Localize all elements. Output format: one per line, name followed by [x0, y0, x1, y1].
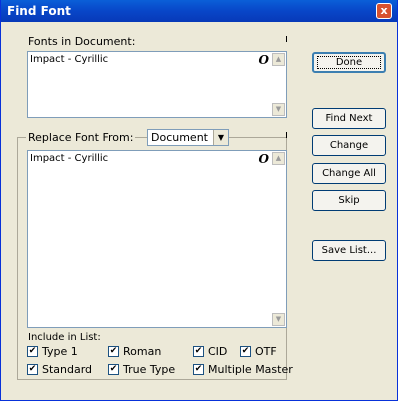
checkbox-box[interactable]: ✔: [193, 346, 204, 357]
window-title: Find Font: [7, 4, 71, 18]
checkbox-box[interactable]: ✔: [27, 346, 38, 357]
replace-source-select[interactable]: Document ▼: [147, 129, 229, 146]
cid-checkbox[interactable]: ✔ CID: [193, 345, 227, 358]
find-font-dialog: Find Font x Fonts in Document: Impact - …: [0, 0, 398, 401]
divider-tick: [286, 36, 287, 42]
include-in-list-label: Include in List:: [28, 332, 101, 343]
checkbox-box[interactable]: ✔: [27, 364, 38, 375]
change-button[interactable]: Change: [312, 135, 386, 156]
checkbox-box[interactable]: ✔: [240, 346, 251, 357]
standard-checkbox[interactable]: ✔ Standard: [27, 363, 92, 376]
list-item[interactable]: Impact - Cyrillic: [30, 54, 108, 65]
divider-tick: [286, 132, 287, 138]
skip-button[interactable]: Skip: [312, 190, 386, 211]
scroll-up-icon[interactable]: ▲: [272, 53, 285, 66]
find-next-button[interactable]: Find Next: [312, 108, 386, 129]
roman-checkbox[interactable]: ✔ Roman: [108, 345, 161, 358]
opentype-font-icon: O: [258, 152, 269, 166]
type1-checkbox[interactable]: ✔ Type 1: [27, 345, 78, 358]
checkbox-box[interactable]: ✔: [108, 346, 119, 357]
change-all-button[interactable]: Change All: [312, 163, 386, 184]
close-icon[interactable]: x: [376, 3, 392, 19]
done-button[interactable]: Done: [312, 52, 386, 73]
replace-font-from-label: Replace Font From:: [26, 131, 136, 144]
chevron-down-icon[interactable]: ▼: [213, 130, 228, 145]
multiple-master-checkbox[interactable]: ✔ Multiple Master: [193, 363, 293, 376]
replace-font-list[interactable]: Impact - Cyrillic O ▲ ▼: [27, 150, 287, 328]
true-type-checkbox[interactable]: ✔ True Type: [108, 363, 175, 376]
checkbox-label: Roman: [123, 345, 162, 358]
checkbox-box[interactable]: ✔: [108, 364, 119, 375]
fonts-in-document-list[interactable]: Impact - Cyrillic O ▲ ▼: [27, 51, 287, 118]
title-bar[interactable]: Find Font x: [1, 0, 397, 22]
checkbox-label: OTF: [255, 345, 277, 358]
checkbox-label: Multiple Master: [208, 363, 293, 376]
checkbox-label: Standard: [42, 363, 93, 376]
scroll-up-icon[interactable]: ▲: [272, 152, 285, 165]
opentype-font-icon: O: [258, 53, 269, 67]
otf-checkbox[interactable]: ✔ OTF: [240, 345, 277, 358]
list-item[interactable]: Impact - Cyrillic: [30, 153, 108, 164]
scroll-down-icon[interactable]: ▼: [272, 103, 285, 116]
fonts-in-document-label: Fonts in Document:: [28, 35, 136, 48]
checkbox-box[interactable]: ✔: [193, 364, 204, 375]
checkbox-label: CID: [208, 345, 228, 358]
checkbox-label: Type 1: [42, 345, 78, 358]
replace-source-value: Document: [151, 131, 208, 144]
checkbox-label: True Type: [123, 363, 176, 376]
save-list-button[interactable]: Save List...: [312, 240, 386, 261]
scroll-down-icon[interactable]: ▼: [272, 313, 285, 326]
